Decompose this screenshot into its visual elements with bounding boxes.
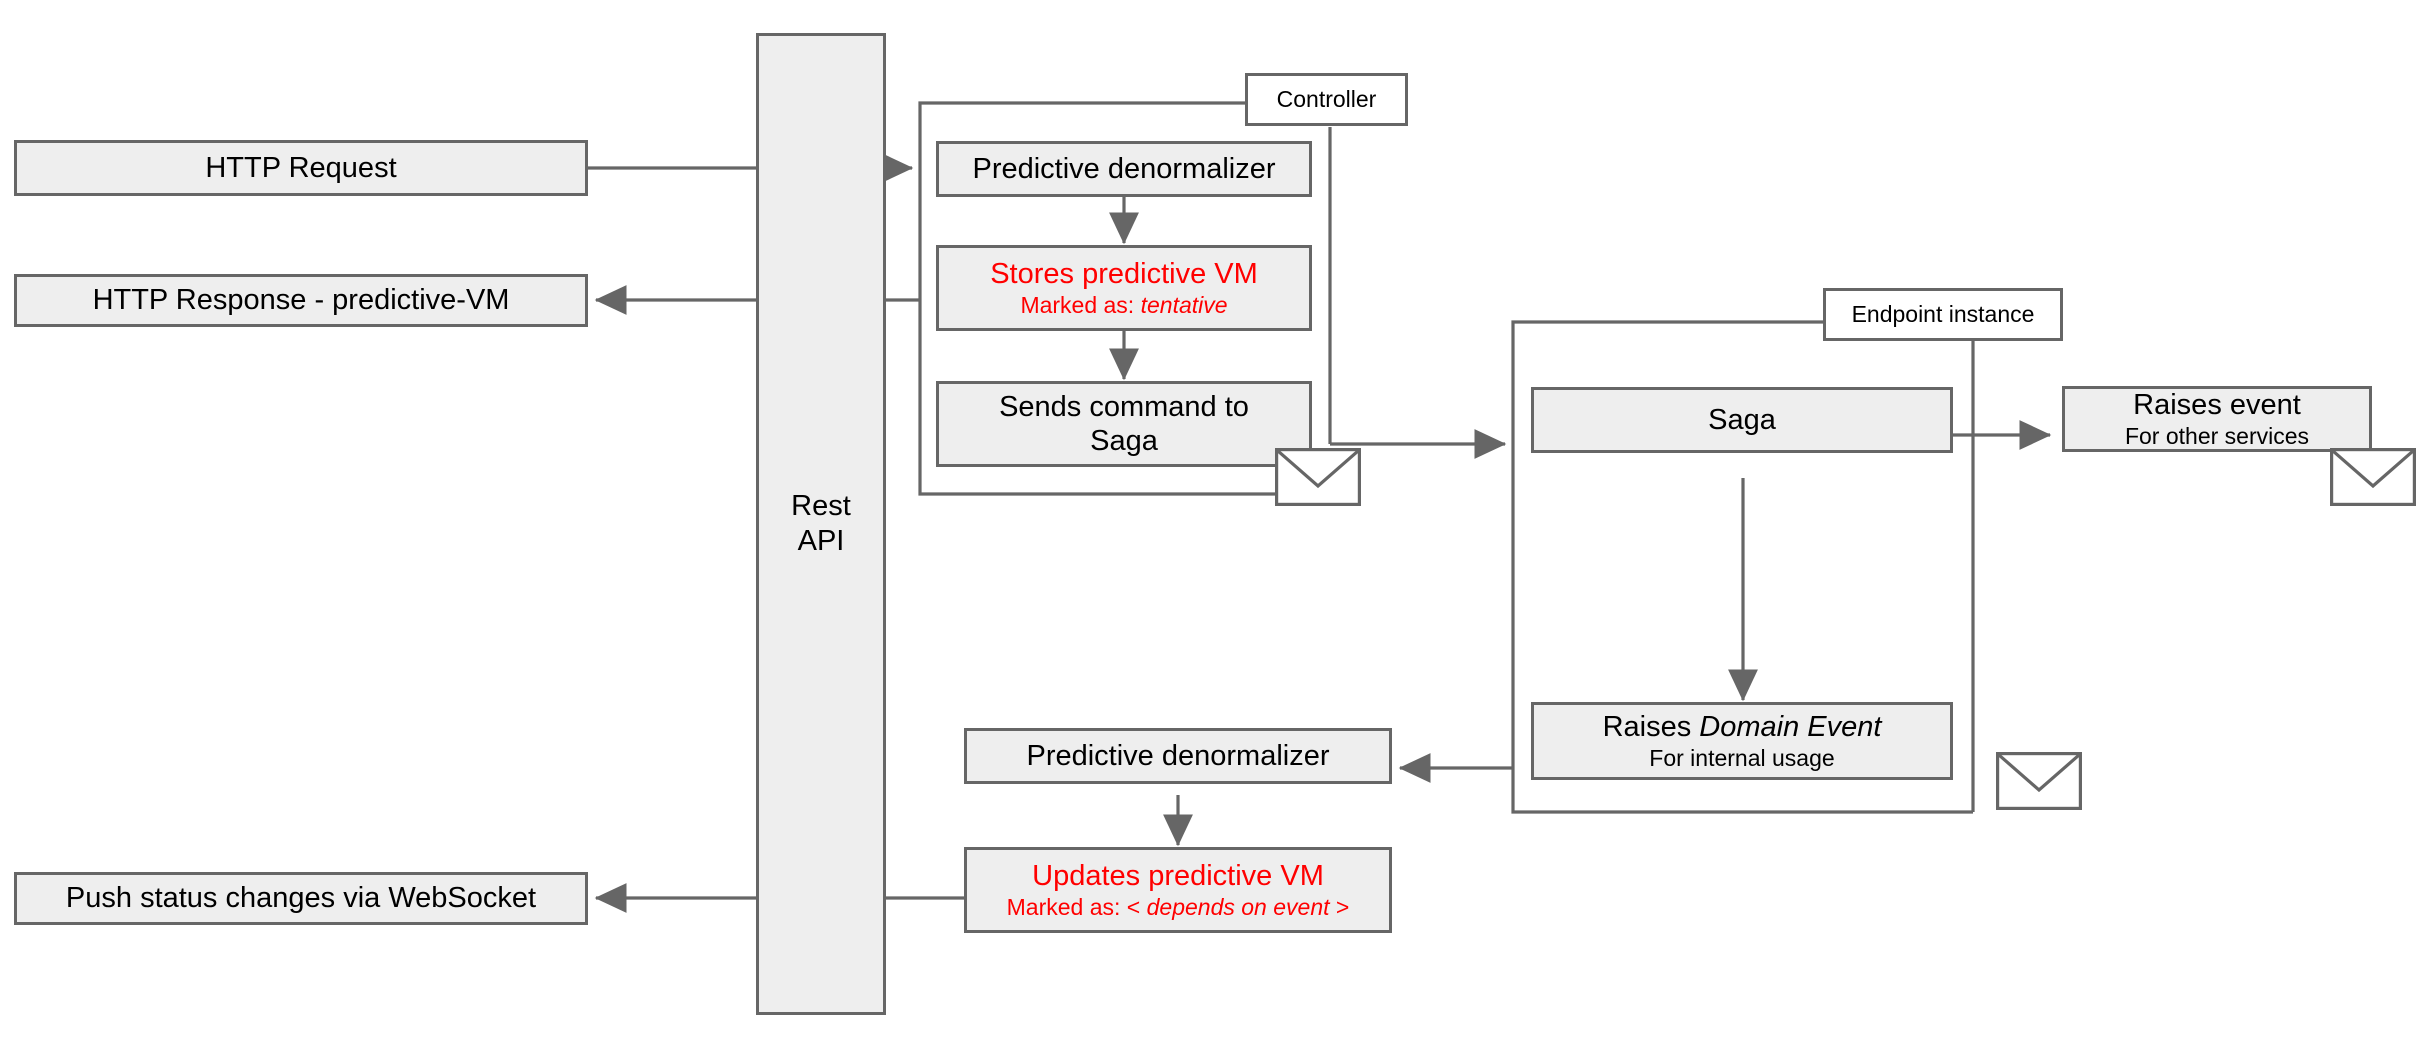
stores-marked-as-value: tentative [1140,291,1228,318]
node-http-response[interactable]: HTTP Response - predictive-VM [14,274,588,327]
envelope-icon-domain-event [1996,752,2083,810]
group-label-controller-text: Controller [1276,86,1377,112]
group-label-endpoint-instance-text: Endpoint instance [1851,301,2035,327]
node-updates-predictive-vm[interactable]: Updates predictive VM Marked as: < depen… [964,847,1392,933]
node-sends-command-to-saga-line2: Saga [1090,425,1158,457]
raises-domain-event-prefix: Raises [1602,711,1700,744]
node-predictive-denormalizer-top[interactable]: Predictive denormalizer [936,141,1312,197]
node-sends-command-to-saga-line1: Sends command to [999,390,1249,423]
group-label-endpoint-instance: Endpoint instance [1823,288,2063,341]
updates-marked-as-prefix: Marked as: < [1006,893,1147,920]
group-label-controller: Controller [1245,73,1408,126]
node-raises-domain-event[interactable]: Raises Domain Event For internal usage [1531,702,1953,780]
envelope-icon-event-right [2330,448,2417,506]
node-push-status-changes[interactable]: Push status changes via WebSocket [14,872,588,925]
rest-api-label-line2: API [797,525,845,557]
node-http-request[interactable]: HTTP Request [14,140,588,196]
node-saga[interactable]: Saga [1531,387,1953,453]
node-raises-event[interactable]: Raises event For other services [2062,386,2372,452]
updates-marked-as-suffix: > [1329,893,1350,920]
node-raises-event-title: Raises event [2133,389,2301,422]
node-updates-predictive-vm-subtitle: Marked as: < depends on event > [1007,894,1350,921]
node-predictive-denormalizer-bottom[interactable]: Predictive denormalizer [964,728,1392,784]
raises-domain-event-emphasis: Domain Event [1699,711,1882,744]
node-updates-predictive-vm-title: Updates predictive VM [1032,860,1324,893]
node-predictive-denormalizer-top-label: Predictive denormalizer [972,152,1276,185]
diagram-canvas: Rest API HTTP Request HTTP Response - pr… [0,0,2432,1053]
node-stores-predictive-vm[interactable]: Stores predictive VM Marked as: tentativ… [936,245,1312,331]
node-sends-command-to-saga[interactable]: Sends command to Saga [936,381,1312,467]
updates-marked-as-value: depends on event [1146,893,1330,920]
node-raises-domain-event-subtitle: For internal usage [1649,744,1835,771]
node-raises-event-subtitle: For other services [2124,422,2310,449]
node-stores-predictive-vm-subtitle: Marked as: tentative [1020,292,1227,319]
node-http-response-label: HTTP Response - predictive-VM [92,284,510,317]
node-stores-predictive-vm-title: Stores predictive VM [990,258,1258,291]
node-raises-domain-event-title: Raises Domain Event [1603,710,1882,744]
envelope-icon-command [1275,448,1362,506]
node-saga-label: Saga [1708,403,1776,436]
node-http-request-label: HTTP Request [205,151,397,184]
node-predictive-denormalizer-bottom-label: Predictive denormalizer [1026,739,1330,772]
rest-api-lane: Rest API [756,33,886,1015]
rest-api-label-line1: Rest [791,490,851,523]
node-push-status-changes-label: Push status changes via WebSocket [65,882,537,915]
stores-marked-as-prefix: Marked as: [1020,291,1141,318]
